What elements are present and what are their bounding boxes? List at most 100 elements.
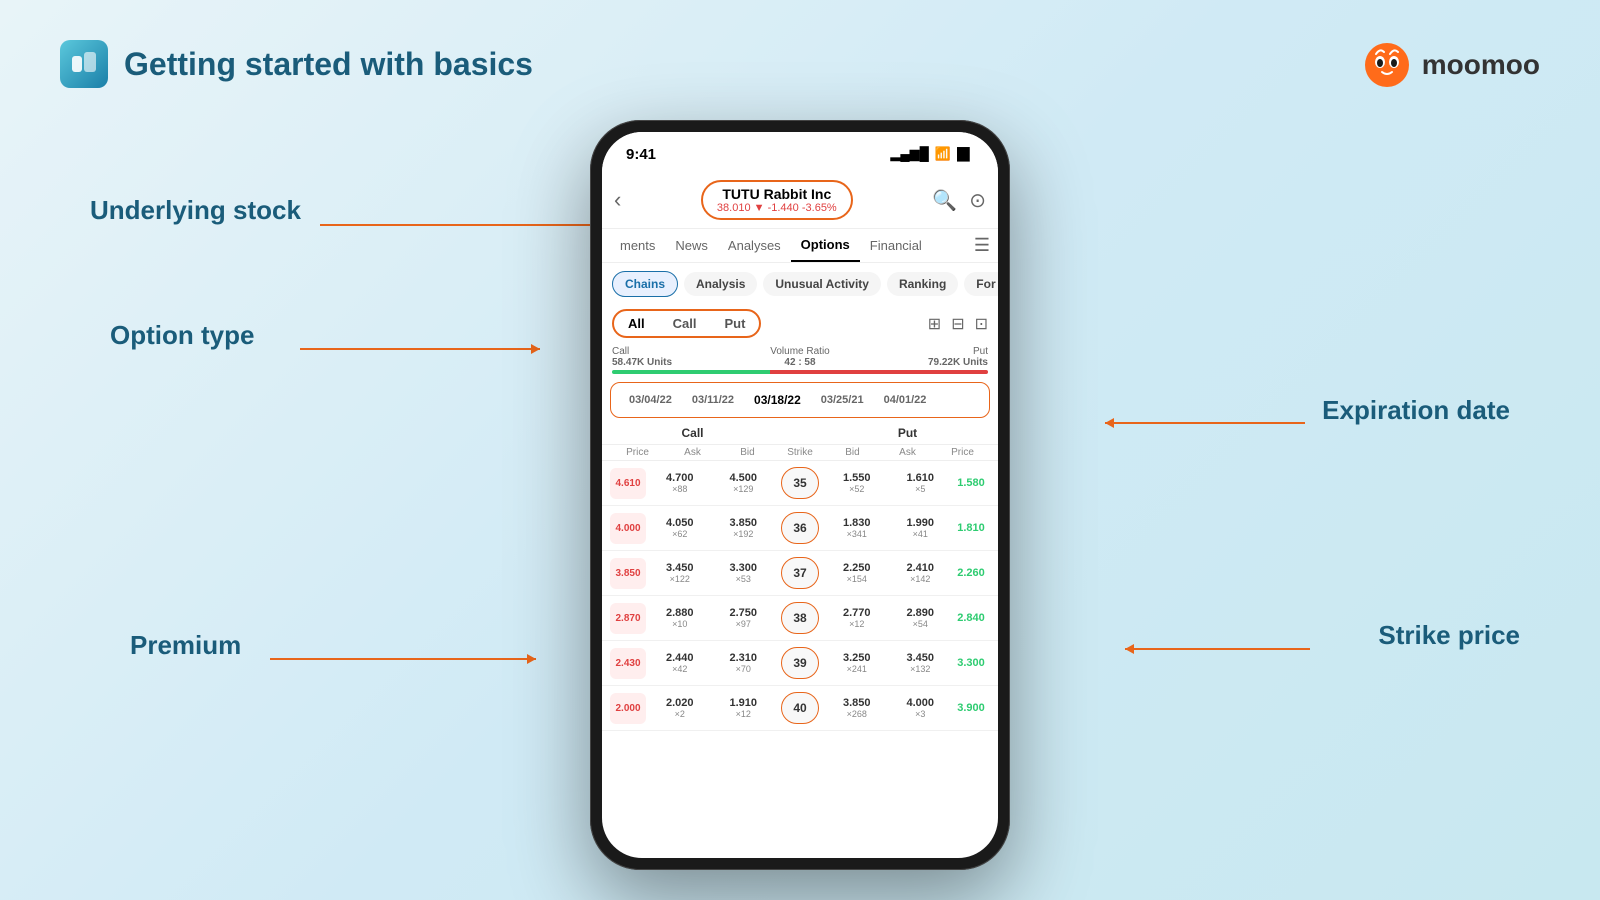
search-icon[interactable]: 🔍: [932, 188, 957, 213]
put-header: Put: [825, 426, 990, 440]
copy-icon[interactable]: ⊡: [975, 314, 988, 334]
call-ask-cell: 2.020 ×2: [648, 697, 712, 719]
call-price-cell: 2.870: [610, 603, 648, 634]
filter-analysis[interactable]: Analysis: [684, 272, 757, 296]
call-units: 58.47K Units: [612, 357, 672, 368]
call-ask-cell: 2.440 ×42: [648, 652, 712, 674]
annotation-option-type: Option type: [110, 320, 254, 351]
stock-price-info: 38.010 ▼ -1.440 -3.65%: [717, 202, 837, 214]
exp-date-03-25-21[interactable]: 03/25/21: [813, 390, 872, 410]
filter-chains[interactable]: Chains: [612, 271, 678, 297]
tab-financial[interactable]: Financial: [860, 230, 932, 261]
volume-bar-fill: [612, 370, 988, 374]
put-label: Put79.22K Units: [928, 346, 988, 368]
exp-date-03-18-22[interactable]: 03/18/22: [746, 389, 809, 411]
strike-cell: 40: [775, 692, 825, 724]
call-bid-cell: 2.310 ×70: [712, 652, 776, 674]
status-time: 9:41: [626, 146, 656, 163]
put-price-cell: 2.840: [952, 612, 990, 624]
chain-rows: 4.610 4.700 ×88 4.500 ×129 35 1.550 ×52 …: [602, 461, 998, 731]
filter-for[interactable]: For: [964, 272, 998, 296]
call-ask-cell: 2.880 ×10: [648, 607, 712, 629]
status-bar: 9:41 ▂▄▆█ 📶 █▌: [602, 132, 998, 176]
more-icon[interactable]: ⊙: [969, 188, 986, 213]
stock-header: ‹ TUTU Rabbit Inc 38.010 ▼ -1.440 -3.65%…: [602, 176, 998, 229]
stock-change-pct: -3.65%: [802, 202, 837, 214]
header: Getting started with basics: [60, 40, 533, 88]
put-bid-cell: 1.550 ×52: [825, 472, 889, 494]
nav-tabs: ments News Analyses Options Financial ☰: [602, 229, 998, 263]
moomoo-logo: moomoo: [1362, 40, 1540, 90]
col-headers: Price Ask Bid Strike Bid Ask Price: [602, 445, 998, 461]
strike-cell: 39: [775, 647, 825, 679]
call-price-cell: 4.000: [610, 513, 648, 544]
stock-actions: 🔍 ⊙: [932, 188, 986, 213]
call-price-cell: 4.610: [610, 468, 648, 499]
col-strike: Strike: [775, 447, 825, 458]
call-ask-cell: 4.700 ×88: [648, 472, 712, 494]
put-units: 79.22K Units: [928, 357, 988, 368]
option-type-selector: All Call Put: [612, 309, 761, 338]
back-button[interactable]: ‹: [614, 187, 621, 213]
table-row[interactable]: 2.000 2.020 ×2 1.910 ×12 40 3.850 ×268 4…: [602, 686, 998, 731]
col-bid-put: Bid: [825, 447, 880, 458]
volume-bar: [612, 370, 988, 374]
filter-ranking[interactable]: Ranking: [887, 272, 958, 296]
table-row[interactable]: 4.000 4.050 ×62 3.850 ×192 36 1.830 ×341…: [602, 506, 998, 551]
exp-date-03-04-22[interactable]: 03/04/22: [621, 390, 680, 410]
filter-icon[interactable]: ⊞: [928, 314, 941, 334]
put-price-cell: 1.810: [952, 522, 990, 534]
phone: 9:41 ▂▄▆█ 📶 █▌ ‹ TUTU Rabbit Inc 38.010 …: [590, 120, 1010, 870]
call-price-cell: 2.000: [610, 693, 648, 724]
stock-name: TUTU Rabbit Inc: [717, 186, 837, 202]
signal-strength-icon: ▂▄▆█: [890, 146, 928, 162]
put-bid-cell: 3.850 ×268: [825, 697, 889, 719]
put-price-cell: 2.260: [952, 567, 990, 579]
settings-icon[interactable]: ⊟: [951, 314, 964, 334]
tab-analyses[interactable]: Analyses: [718, 230, 791, 261]
call-price-cell: 3.850: [610, 558, 648, 589]
tab-options[interactable]: Options: [791, 229, 860, 262]
annotation-arrow-exp-date: [1105, 422, 1305, 424]
call-bid-cell: 1.910 ×12: [712, 697, 776, 719]
tab-movements[interactable]: ments: [610, 230, 665, 261]
table-row[interactable]: 4.610 4.700 ×88 4.500 ×129 35 1.550 ×52 …: [602, 461, 998, 506]
stock-change-value: -1.440: [768, 202, 799, 214]
option-type-row: All Call Put ⊞ ⊟ ⊡: [602, 305, 998, 344]
call-label: Call58.47K Units: [612, 346, 672, 368]
phone-frame: 9:41 ▂▄▆█ 📶 █▌ ‹ TUTU Rabbit Inc 38.010 …: [590, 120, 1010, 870]
exp-date-04-01-22[interactable]: 04/01/22: [876, 390, 935, 410]
call-price-cell: 2.430: [610, 648, 648, 679]
battery-icon: █▌: [957, 147, 974, 161]
call-bid-cell: 3.850 ×192: [712, 517, 776, 539]
call-bid-cell: 4.500 ×129: [712, 472, 776, 494]
table-row[interactable]: 2.430 2.440 ×42 2.310 ×70 39 3.250 ×241 …: [602, 641, 998, 686]
annotation-arrow-strike-price: [1125, 648, 1310, 650]
volume-ratio-label: Volume Ratio42 : 58: [770, 346, 829, 368]
table-row[interactable]: 2.870 2.880 ×10 2.750 ×97 38 2.770 ×12 2…: [602, 596, 998, 641]
call-bid-cell: 2.750 ×97: [712, 607, 776, 629]
option-type-all[interactable]: All: [614, 311, 659, 336]
option-type-call[interactable]: Call: [659, 311, 711, 336]
put-price-cell: 3.900: [952, 702, 990, 714]
strike-cell: 36: [775, 512, 825, 544]
put-price-cell: 1.580: [952, 477, 990, 489]
volume-ratio-row: Call58.47K Units Volume Ratio42 : 58 Put…: [602, 344, 998, 378]
annotation-arrow-premium: [270, 658, 536, 660]
filter-unusual-activity[interactable]: Unusual Activity: [763, 272, 881, 296]
annotation-expiration-date: Expiration date: [1322, 395, 1510, 426]
put-bid-cell: 1.830 ×341: [825, 517, 889, 539]
strike-cell: 35: [775, 467, 825, 499]
moomoo-brand-icon: [1362, 40, 1412, 90]
stock-badge[interactable]: TUTU Rabbit Inc 38.010 ▼ -1.440 -3.65%: [701, 180, 853, 220]
moomoo-brand-name: moomoo: [1422, 49, 1540, 81]
annotation-strike-price: Strike price: [1378, 620, 1520, 651]
stock-price-value: 38.010: [717, 202, 751, 214]
exp-date-03-11-22[interactable]: 03/11/22: [684, 390, 742, 410]
nav-overflow-menu[interactable]: ☰: [974, 235, 990, 256]
put-ask-cell: 4.000 ×3: [889, 697, 953, 719]
col-price-call: Price: [610, 447, 665, 458]
tab-news[interactable]: News: [665, 230, 718, 261]
option-type-put[interactable]: Put: [710, 311, 759, 336]
table-row[interactable]: 3.850 3.450 ×122 3.300 ×53 37 2.250 ×154…: [602, 551, 998, 596]
